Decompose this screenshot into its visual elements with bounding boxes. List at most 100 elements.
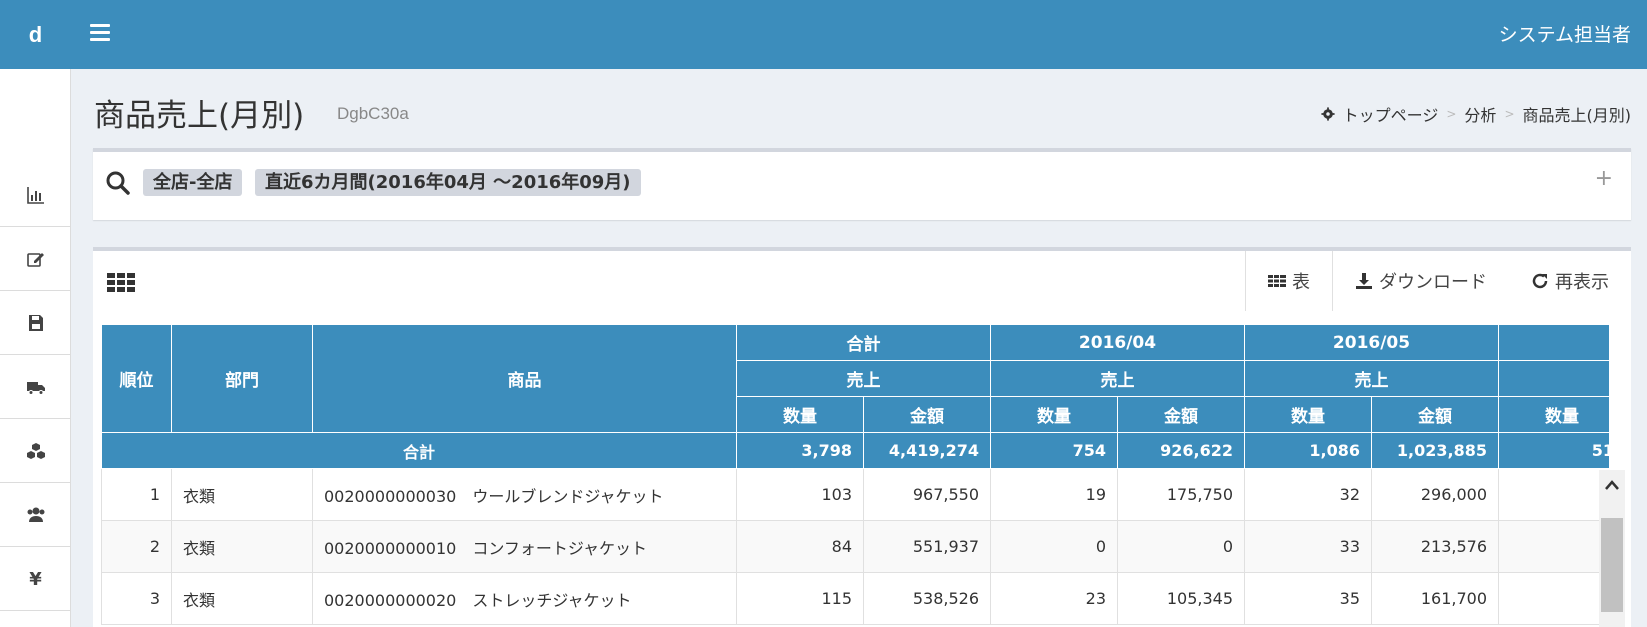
gear-icon	[1321, 107, 1335, 121]
grid-icon	[107, 273, 135, 292]
col-sales: 売上	[990, 360, 1245, 397]
total-label: 合計	[101, 432, 737, 469]
col-dept[interactable]: 部門	[171, 324, 313, 433]
col-amount[interactable]: 金額	[1371, 396, 1499, 433]
breadcrumb-separator: >	[1446, 107, 1457, 121]
row-value: 33	[1244, 520, 1372, 573]
edit-icon	[26, 253, 44, 267]
vertical-scrollbar[interactable]	[1599, 470, 1625, 627]
filter-tag-period[interactable]: 直近6カ月間(2016年04月 〜2016年09月)	[255, 169, 641, 196]
sidebar-item-edit[interactable]	[0, 228, 71, 291]
download-icon	[1356, 273, 1372, 289]
row-value: 296,000	[1371, 468, 1499, 521]
row-value: 19	[990, 468, 1118, 521]
row-value: 105,345	[1117, 572, 1245, 625]
total-value: 1,086	[1244, 432, 1372, 469]
col-qty[interactable]: 数量	[1244, 396, 1372, 433]
top-header: d システム担当者	[0, 0, 1647, 69]
table-icon	[1268, 275, 1286, 287]
col-qty[interactable]: 数量	[736, 396, 864, 433]
sidebar-item-users[interactable]	[0, 484, 71, 547]
total-value: 3,798	[736, 432, 864, 469]
sidebar-item-sales[interactable]: ¥	[0, 548, 71, 611]
table-row[interactable]: 2 衣類 0020000000010 コンフォートジャケット 84 551,93…	[101, 520, 1609, 573]
row-rank: 3	[101, 572, 172, 625]
total-value: 51	[1498, 432, 1609, 469]
sales-table: 順位 部門 商品 合計 2016/04 2016/05 2 売上 売上 売上 数…	[101, 324, 1609, 625]
row-product: 0020000000020 ストレッチジャケット	[312, 572, 737, 625]
truck-icon	[26, 382, 45, 395]
sidebar-item-analysis[interactable]	[0, 164, 71, 227]
col-product[interactable]: 商品	[312, 324, 737, 433]
row-value: 84	[736, 520, 864, 573]
col-qty[interactable]: 数量	[1498, 396, 1609, 433]
yen-icon: ¥	[29, 568, 42, 590]
breadcrumb-current: 商品売上(月別)	[1522, 106, 1632, 125]
total-value: 754	[990, 432, 1118, 469]
menu-toggle-icon[interactable]	[90, 24, 110, 44]
tab-download[interactable]: ダウンロード	[1333, 251, 1509, 311]
row-value: 0	[1117, 520, 1245, 573]
sidebar-item-save[interactable]	[0, 292, 71, 355]
sidebar: ¥	[0, 69, 71, 627]
total-value: 4,419,274	[863, 432, 991, 469]
row-value: 551,937	[863, 520, 991, 573]
breadcrumb: トップページ > 分析 > 商品売上(月別)	[1321, 102, 1631, 126]
tab-refresh[interactable]: 再表示	[1509, 251, 1631, 311]
page-subtitle: DgbC30a	[337, 104, 409, 123]
row-value: 161,700	[1371, 572, 1499, 625]
row-value: 2	[1498, 468, 1609, 521]
col-qty[interactable]: 数量	[990, 396, 1118, 433]
row-dept: 衣類	[171, 468, 313, 521]
row-dept: 衣類	[171, 520, 313, 573]
row-value: 115	[736, 572, 864, 625]
tab-table-label: 表	[1292, 272, 1310, 293]
row-value: 23	[990, 572, 1118, 625]
result-box: 表 ダウンロード 再表示 順位 部門 商品 合計 2016/04 2016/05…	[93, 247, 1631, 627]
col-amount[interactable]: 金額	[863, 396, 991, 433]
refresh-icon	[1532, 273, 1548, 289]
col-rank[interactable]: 順位	[101, 324, 172, 433]
tab-refresh-label: 再表示	[1555, 272, 1609, 293]
total-row: 合計 3,798 4,419,274 754 926,622 1,086 1,0…	[101, 432, 1609, 469]
breadcrumb-analysis[interactable]: 分析	[1464, 102, 1496, 126]
col-group-2016-05: 2016/05	[1244, 324, 1499, 361]
filter-tag-store[interactable]: 全店-全店	[143, 169, 243, 196]
tab-table[interactable]: 表	[1245, 251, 1333, 311]
filter-box: 全店-全店 直近6カ月間(2016年04月 〜2016年09月) +	[93, 148, 1631, 220]
sidebar-item-products[interactable]	[0, 420, 71, 483]
col-group-total: 合計	[736, 324, 991, 361]
row-rank: 1	[101, 468, 172, 521]
total-value: 926,622	[1117, 432, 1245, 469]
row-value: 538,526	[863, 572, 991, 625]
row-value: 0	[990, 520, 1118, 573]
expand-filter-button[interactable]: +	[1595, 166, 1613, 191]
total-value: 1,023,885	[1371, 432, 1499, 469]
row-value: 2	[1498, 572, 1609, 625]
save-icon	[28, 315, 43, 331]
table-row[interactable]: 1 衣類 0020000000030 ウールブレンドジャケット 103 967,…	[101, 468, 1609, 521]
users-icon	[27, 507, 44, 522]
row-product: 0020000000010 コンフォートジャケット	[312, 520, 737, 573]
row-value: 32	[1244, 468, 1372, 521]
scroll-up-icon[interactable]	[1604, 478, 1620, 492]
col-sales	[1498, 360, 1609, 397]
search-icon[interactable]	[105, 170, 131, 196]
col-amount[interactable]: 金額	[1117, 396, 1245, 433]
tab-download-label: ダウンロード	[1379, 272, 1487, 293]
col-sales: 売上	[1244, 360, 1499, 397]
row-value: 35	[1244, 572, 1372, 625]
breadcrumb-separator: >	[1504, 107, 1515, 121]
app-logo[interactable]: d	[0, 0, 71, 69]
user-menu[interactable]: システム担当者	[1499, 20, 1631, 47]
row-rank: 2	[101, 520, 172, 573]
row-value: 2	[1498, 520, 1609, 573]
view-tabs: 表 ダウンロード 再表示	[1245, 251, 1631, 311]
col-sales: 売上	[736, 360, 991, 397]
breadcrumb-home[interactable]: トップページ	[1343, 102, 1439, 126]
sidebar-item-delivery[interactable]	[0, 356, 71, 419]
cubes-icon	[26, 443, 45, 459]
scrollbar-thumb[interactable]	[1601, 518, 1623, 612]
table-row[interactable]: 3 衣類 0020000000020 ストレッチジャケット 115 538,52…	[101, 572, 1609, 625]
table-scroll-area[interactable]: 順位 部門 商品 合計 2016/04 2016/05 2 売上 売上 売上 数…	[101, 324, 1609, 627]
